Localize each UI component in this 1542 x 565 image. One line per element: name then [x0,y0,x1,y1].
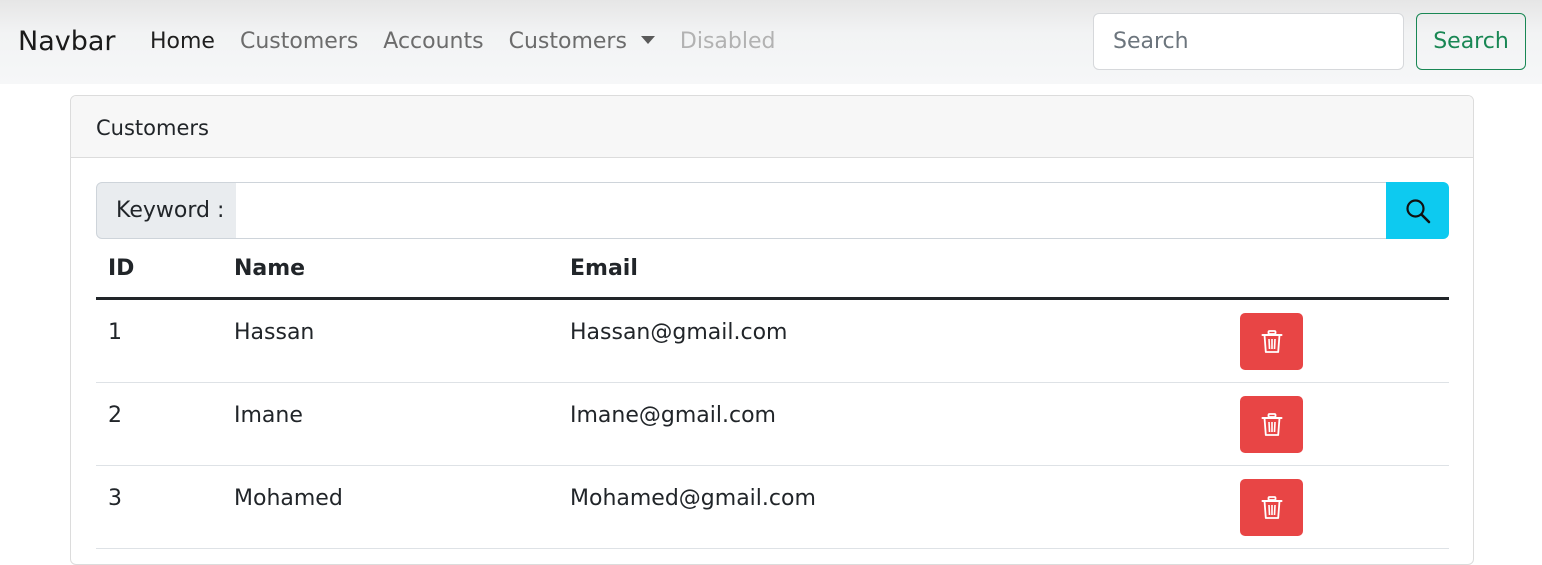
table-header: ID Name Email [96,246,1449,300]
cell-email: Mohamed@gmail.com [570,486,816,511]
trash-icon [1261,329,1282,353]
nav-link-customers[interactable]: Customers [240,27,358,57]
cell-email: Hassan@gmail.com [570,320,788,345]
card-title: Customers [71,96,1473,158]
cell-name: Hassan [234,320,315,345]
nav-link-home[interactable]: Home [150,27,215,57]
header-email: Email [570,256,638,281]
header-name: Name [234,256,306,281]
delete-button[interactable] [1240,313,1303,370]
trash-icon [1261,495,1282,519]
caret-down-icon [640,36,655,44]
keyword-input[interactable] [236,182,1387,239]
navbar: Navbar Home Customers Accounts Customers… [0,0,1542,84]
customers-card: Customers Keyword : ID Name Email 1 Hass… [70,95,1474,565]
table-row: 2 Imane Imane@gmail.com [96,383,1449,466]
keyword-search-button[interactable] [1386,182,1449,239]
customers-table: ID Name Email 1 Hassan Hassan@gmail.com … [96,246,1449,549]
navbar-brand[interactable]: Navbar [18,24,116,60]
cell-id: 1 [108,320,122,345]
nav-dropdown-label: Customers [508,29,627,54]
cell-id: 3 [108,486,122,511]
search-icon [1405,198,1430,223]
nav-dropdown-customers[interactable]: Customers [509,27,655,57]
navbar-search-input[interactable] [1093,13,1404,70]
table-row: 1 Hassan Hassan@gmail.com [96,300,1449,383]
nav-link-accounts[interactable]: Accounts [383,27,483,57]
navbar-search-button[interactable]: Search [1416,13,1526,70]
header-id: ID [108,256,135,281]
cell-name: Imane [234,403,303,428]
delete-button[interactable] [1240,479,1303,536]
keyword-search-group: Keyword : [96,182,1449,239]
cell-name: Mohamed [234,486,343,511]
keyword-label: Keyword : [96,182,237,239]
nav-link-disabled: Disabled [679,29,776,54]
cell-email: Imane@gmail.com [570,403,776,428]
delete-button[interactable] [1240,396,1303,453]
table-row: 3 Mohamed Mohamed@gmail.com [96,466,1449,549]
cell-id: 2 [108,403,122,428]
nav-links: Home Customers Accounts Customers Disabl… [150,27,801,57]
trash-icon [1261,412,1282,436]
